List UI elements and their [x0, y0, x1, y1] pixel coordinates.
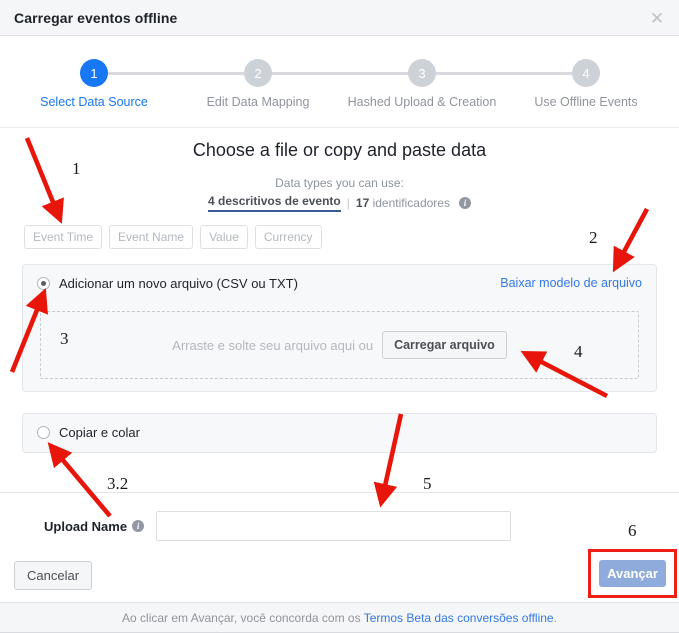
annotation-label-2: 2	[589, 228, 598, 247]
step-4-label: Use Offline Events	[534, 95, 638, 109]
dialog-footer: Ao clicar em Avançar, você concorda com …	[0, 603, 679, 633]
info-icon[interactable]: i	[458, 197, 471, 209]
annotation-arrow-3-2	[47, 442, 112, 518]
data-types-separator: |	[346, 196, 350, 210]
radio-add-new-file[interactable]	[37, 277, 50, 290]
annotation-label-5: 5	[423, 474, 432, 493]
radio-add-new-file-label: Adicionar um novo arquivo (CSV ou TXT)	[59, 276, 298, 291]
identifiers-link[interactable]: 17 identificadores	[356, 196, 450, 210]
step-3-bullet: 3	[408, 59, 436, 87]
upload-file-button[interactable]: Carregar arquivo	[382, 331, 507, 359]
paste-radio-row[interactable]: Copiar e colar	[23, 414, 656, 440]
upload-name-info-icon[interactable]: i	[132, 520, 145, 532]
footer-note: Ao clicar em Avançar, você concorda com …	[122, 611, 557, 625]
chip-value: Value	[200, 225, 248, 249]
step-4-bullet: 4	[572, 59, 600, 87]
wizard-stepper: 1 Select Data Source 2 Edit Data Mapping…	[0, 36, 679, 128]
step-hashed-upload-creation[interactable]: 3 Hashed Upload & Creation	[347, 59, 497, 109]
annotation-label-3-2: 3.2	[107, 474, 129, 493]
footer-divider-top	[0, 492, 679, 493]
chip-event-time: Event Time	[24, 225, 103, 249]
upload-radio-row[interactable]: Adicionar um novo arquivo (CSV ou TXT) B…	[23, 265, 656, 291]
page-title: Choose a file or copy and paste data	[192, 140, 487, 160]
radio-copy-paste-label: Copiar e colar	[59, 425, 140, 440]
step-3-label: Hashed Upload & Creation	[347, 95, 497, 109]
data-types-row: 4 descritivos de evento | 17 identificad…	[0, 194, 679, 212]
download-template-link[interactable]: Baixar modelo de arquivo	[500, 276, 642, 290]
step-select-data-source[interactable]: 1 Select Data Source	[19, 59, 169, 109]
beta-terms-link[interactable]: Termos Beta das conversões offline	[364, 611, 554, 625]
dialog-title: Carregar eventos offline	[14, 9, 178, 26]
data-types-caption: Data types you can use:	[275, 176, 404, 190]
upload-name-row: Upload Name i	[0, 511, 679, 541]
step-1-bullet: 1	[80, 59, 108, 87]
upload-name-label: Upload Name	[44, 518, 128, 534]
file-dropzone[interactable]: Arraste e solte seu arquivo aqui ou Carr…	[40, 311, 639, 379]
dialog-titlebar: Carregar eventos offline ✕	[0, 0, 679, 36]
chip-currency: Currency	[254, 225, 322, 249]
data-type-chip-list: Event Time Event Name Value Currency	[24, 225, 322, 249]
cancel-button[interactable]: Cancelar	[14, 561, 93, 590]
close-icon[interactable]: ✕	[647, 9, 667, 29]
identifiers-count: 17	[355, 196, 370, 210]
upload-offline-events-dialog: Carregar eventos offline ✕ 1 Select Data…	[0, 0, 679, 633]
upload-name-input[interactable]	[156, 511, 512, 541]
step-2-bullet: 2	[244, 59, 272, 87]
radio-copy-paste[interactable]	[37, 426, 50, 439]
step-1-label: Select Data Source	[40, 95, 148, 109]
option-card-copy-paste[interactable]: Copiar e colar	[22, 413, 657, 453]
dropzone-hint: Arraste e solte seu arquivo aqui ou	[172, 337, 374, 353]
chip-event-name: Event Name	[109, 225, 194, 249]
next-button[interactable]: Avançar	[599, 560, 666, 587]
event-descriptors-link[interactable]: 4 descritivos de evento	[208, 194, 341, 212]
footer-note-before: Ao clicar em Avançar, você concorda com …	[122, 610, 364, 625]
step-2-label: Edit Data Mapping	[206, 95, 310, 109]
step-edit-data-mapping[interactable]: 2 Edit Data Mapping	[183, 59, 333, 109]
step-use-offline-events[interactable]: 4 Use Offline Events	[511, 59, 661, 109]
footer-note-after: .	[553, 610, 557, 625]
identifiers-label: identificadores	[369, 196, 450, 210]
annotation-arrow-2	[612, 207, 650, 273]
